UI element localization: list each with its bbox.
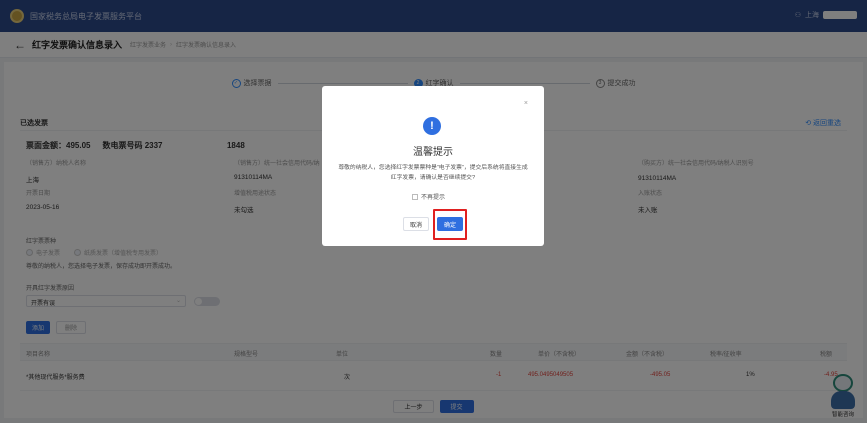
close-icon[interactable]: × — [524, 100, 528, 107]
checkbox-label: 不再提示 — [421, 195, 446, 201]
dont-show-again-checkbox[interactable]: 不再提示 — [412, 192, 445, 201]
exclamation-icon: ! — [423, 117, 441, 135]
warm-tip-dialog: × ! 温馨提示 尊敬的纳税人，您选择红字发票票种是“电子发票”，提交后系统将直… — [322, 86, 544, 246]
dialog-message: 尊敬的纳税人，您选择红字发票票种是“电子发票”，提交后系统将直接生成红字发票，请… — [338, 165, 528, 181]
cancel-button[interactable]: 取消 — [403, 217, 429, 231]
dialog-title: 温馨提示 — [413, 147, 453, 158]
highlight-box — [433, 209, 467, 240]
checkbox-box — [412, 193, 418, 200]
